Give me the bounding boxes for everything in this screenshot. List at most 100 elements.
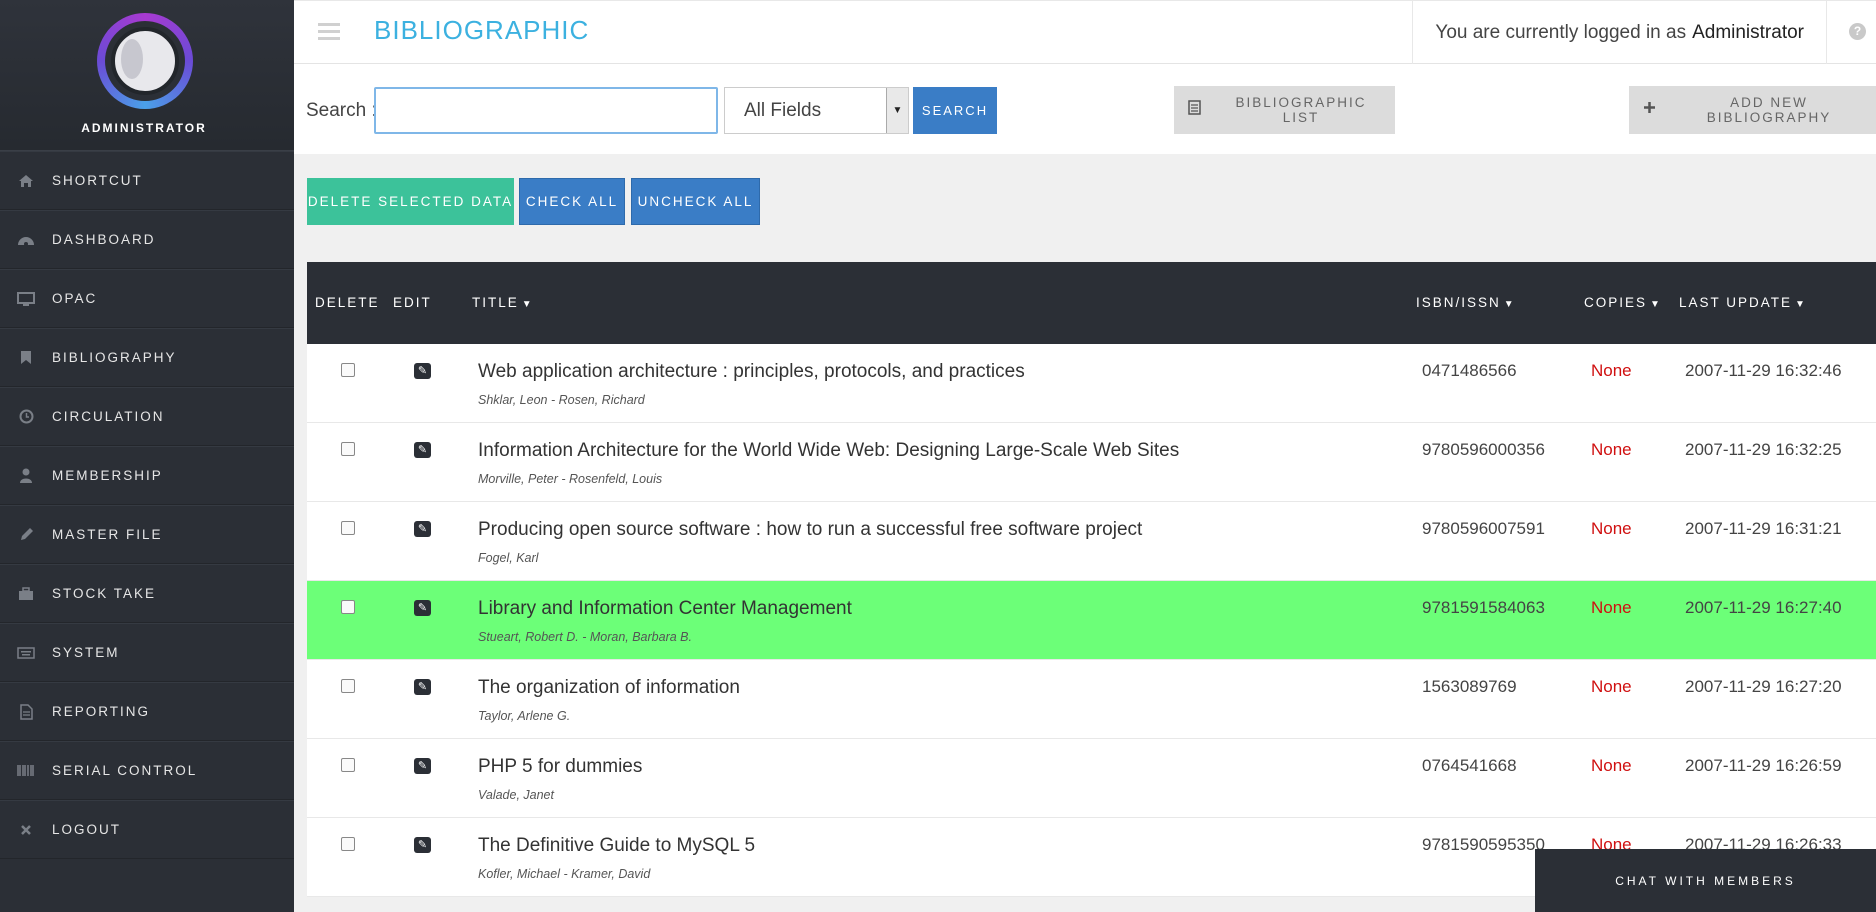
row-isbn: 9780596000356 (1422, 440, 1545, 459)
chat-with-members-button[interactable]: CHAT WITH MEMBERS (1535, 849, 1876, 912)
sidebar-item-dashboard[interactable]: DASHBOARD (0, 210, 294, 269)
header-copies[interactable]: COPIES ▼ (1584, 295, 1662, 310)
search-input[interactable] (374, 87, 718, 134)
sort-caret-icon: ▼ (1650, 299, 1662, 310)
keyboard-icon (17, 645, 35, 661)
delete-checkbox[interactable] (341, 363, 355, 377)
sidebar-item-label: OPAC (52, 291, 98, 306)
search-button[interactable]: SEARCH (913, 87, 997, 134)
header-delete: DELETE (315, 295, 380, 310)
edit-icon[interactable]: ✎ (414, 837, 431, 853)
bibliographic-list-label: BIBLIOGRAPHIC LIST (1235, 95, 1367, 125)
row-copies: None (1591, 519, 1632, 538)
file-icon (17, 703, 35, 720)
row-copies: None (1591, 598, 1632, 617)
edit-icon[interactable]: ✎ (414, 758, 431, 774)
row-title[interactable]: The organization of information (478, 677, 740, 699)
table-row: ✎ Information Architecture for the World… (307, 423, 1876, 502)
table-header: DELETE EDIT TITLE ▼ ISBN/ISSN ▼ COPIES ▼ LA… (307, 262, 1876, 344)
row-author: Valade, Janet (478, 788, 554, 802)
row-title[interactable]: Web application architecture : principle… (478, 361, 1025, 383)
sidebar-item-serial-control[interactable]: SERIAL CONTROL (0, 741, 294, 800)
row-isbn: 9780596007591 (1422, 519, 1545, 538)
row-isbn: 9781590595350 (1422, 835, 1545, 854)
row-title[interactable]: Information Architecture for the World W… (478, 440, 1179, 462)
sidebar-item-label: BIBLIOGRAPHY (52, 350, 177, 365)
bibliographic-list-button[interactable]: BIBLIOGRAPHIC LIST (1174, 86, 1395, 134)
clock-icon (17, 409, 35, 425)
delete-checkbox[interactable] (341, 837, 355, 851)
page-title: BIBLIOGRAPHIC (374, 15, 590, 45)
sidebar-item-label: MEMBERSHIP (52, 468, 163, 483)
header-edit: EDIT (393, 295, 432, 310)
row-last-update: 2007-11-29 16:32:25 (1685, 440, 1842, 459)
row-isbn: 1563089769 (1422, 677, 1517, 696)
delete-checkbox[interactable] (341, 442, 355, 456)
check-all-button[interactable]: CHECK ALL (519, 178, 625, 225)
row-author: Taylor, Arlene G. (478, 709, 571, 723)
user-icon (17, 468, 35, 484)
delete-checkbox[interactable] (341, 679, 355, 693)
login-user: Administrator (1692, 21, 1804, 43)
row-title[interactable]: Producing open source software : how to … (478, 519, 1142, 541)
edit-icon[interactable]: ✎ (414, 521, 431, 537)
sidebar-item-circulation[interactable]: CIRCULATION (0, 387, 294, 446)
header-last-update[interactable]: LAST UPDATE ▼ (1679, 295, 1807, 310)
table-row-highlighted: ✎ Library and Information Center Managem… (307, 581, 1876, 660)
plus-icon (1643, 101, 1656, 119)
delete-checkbox[interactable] (341, 758, 355, 772)
search-bar: Search : All Fields ▼ SEARCH BIBLIOGRAPH… (294, 64, 1876, 154)
sidebar-item-opac[interactable]: OPAC (0, 269, 294, 328)
edit-icon[interactable]: ✎ (414, 679, 431, 695)
row-title[interactable]: PHP 5 for dummies (478, 756, 642, 778)
sidebar-item-stock-take[interactable]: STOCK TAKE (0, 564, 294, 623)
sidebar-item-label: LOGOUT (52, 822, 122, 837)
help-icon[interactable]: ? (1849, 23, 1866, 40)
row-copies: None (1591, 440, 1632, 459)
sort-caret-icon: ▼ (1795, 299, 1807, 310)
home-icon (17, 173, 35, 189)
row-last-update: 2007-11-29 16:31:21 (1685, 519, 1842, 538)
dashboard-icon (17, 232, 35, 248)
row-author: Shklar, Leon - Rosen, Richard (478, 393, 645, 407)
header-isbn[interactable]: ISBN/ISSN ▼ (1416, 295, 1516, 310)
sidebar-item-system[interactable]: SYSTEM (0, 623, 294, 682)
top-bar: BIBLIOGRAPHIC You are currently logged i… (294, 0, 1876, 64)
sidebar-item-master-file[interactable]: MASTER FILE (0, 505, 294, 564)
sort-caret-icon: ▼ (521, 299, 534, 310)
sidebar-item-membership[interactable]: MEMBERSHIP (0, 446, 294, 505)
chevron-down-icon[interactable]: ▼ (886, 88, 908, 133)
add-new-bibliography-button[interactable]: ADD NEW BIBLIOGRAPHY (1629, 86, 1876, 134)
hamburger-menu-icon[interactable] (318, 23, 340, 41)
uncheck-all-button[interactable]: UNCHECK ALL (631, 178, 760, 225)
row-isbn: 0764541668 (1422, 756, 1517, 775)
row-isbn: 9781591584063 (1422, 598, 1545, 617)
header-title[interactable]: TITLE ▼ (472, 295, 534, 310)
delete-selected-button[interactable]: DELETE SELECTED DATA (307, 178, 514, 225)
edit-icon[interactable]: ✎ (414, 600, 431, 616)
sidebar-item-bibliography[interactable]: BIBLIOGRAPHY (0, 328, 294, 387)
delete-checkbox[interactable] (341, 521, 355, 535)
row-title[interactable]: The Definitive Guide to MySQL 5 (478, 835, 755, 857)
sidebar-item-logout[interactable]: LOGOUT (0, 800, 294, 859)
sidebar-item-shortcut[interactable]: SHORTCUT (0, 151, 294, 210)
row-copies: None (1591, 361, 1632, 380)
edit-icon[interactable]: ✎ (414, 442, 431, 458)
row-author: Kofler, Michael - Kramer, David (478, 867, 651, 881)
row-title[interactable]: Library and Information Center Managemen… (478, 598, 852, 620)
sidebar-item-label: SERIAL CONTROL (52, 763, 198, 778)
row-author: Stueart, Robert D. - Moran, Barbara B. (478, 630, 692, 644)
sidebar-item-reporting[interactable]: REPORTING (0, 682, 294, 741)
sidebar-menu: SHORTCUT DASHBOARD OPAC BIBLIOGRAPHY CIR… (0, 151, 294, 859)
row-author: Morville, Peter - Rosenfeld, Louis (478, 472, 663, 486)
briefcase-icon (17, 586, 35, 602)
edit-icon[interactable]: ✎ (414, 363, 431, 379)
row-copies: None (1591, 677, 1632, 696)
field-select[interactable]: All Fields ▼ (724, 87, 909, 134)
list-icon (1188, 100, 1201, 120)
avatar[interactable] (97, 13, 193, 109)
sidebar-item-label: STOCK TAKE (52, 586, 157, 601)
row-last-update: 2007-11-29 16:27:40 (1685, 598, 1842, 617)
delete-checkbox[interactable] (341, 600, 355, 614)
sidebar-item-label: CIRCULATION (52, 409, 165, 424)
